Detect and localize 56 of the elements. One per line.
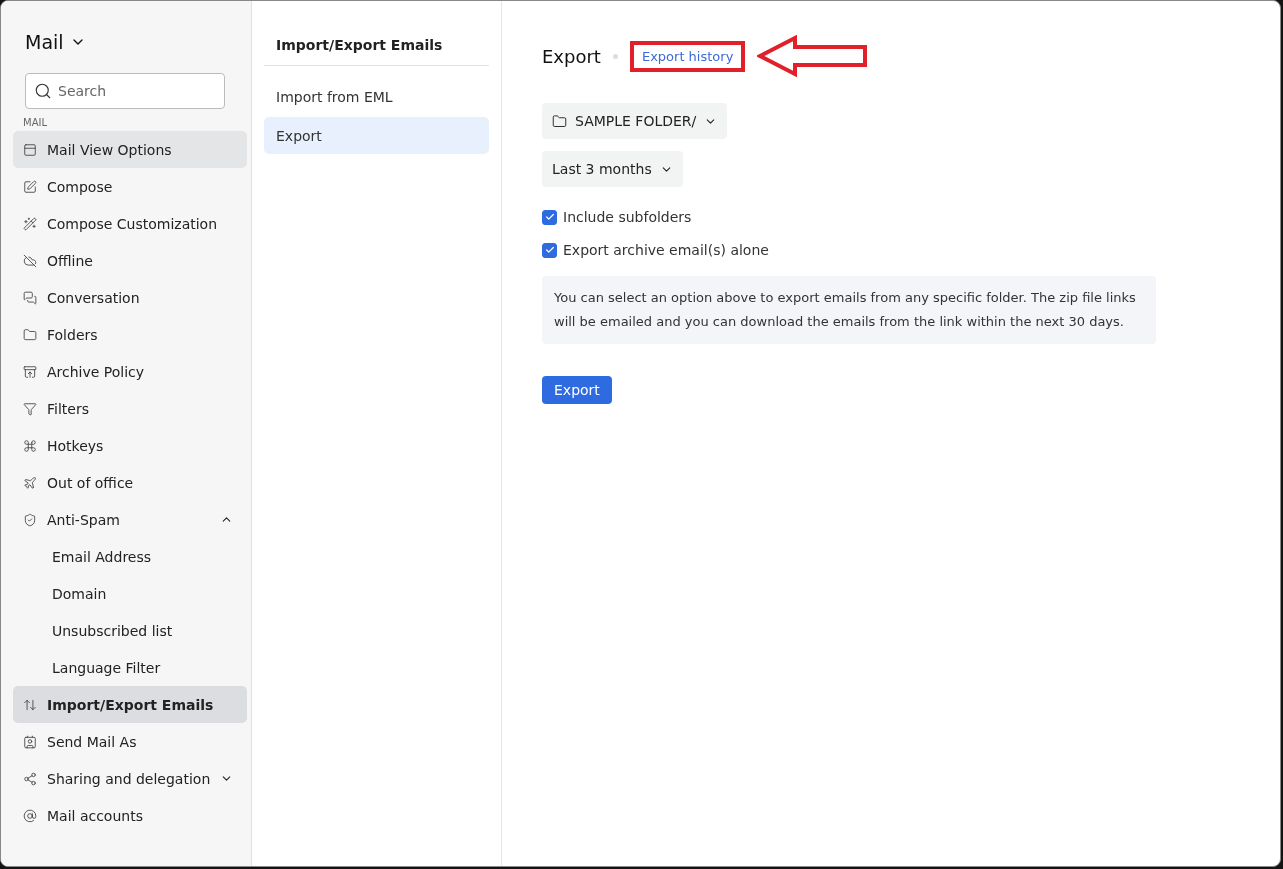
- menu-item-icon: [23, 697, 37, 712]
- menu-item-icon: [23, 734, 37, 749]
- menu-item-icon: [23, 512, 37, 527]
- sidebar-item[interactable]: Sharing and delegation: [13, 760, 248, 797]
- sidebar-subitem[interactable]: Unsubscribed list: [13, 612, 248, 649]
- separator-dot: [612, 53, 618, 59]
- sidebar-subitem[interactable]: Email Address: [13, 538, 248, 575]
- export-button[interactable]: Export: [542, 376, 612, 404]
- folder-dropdown[interactable]: SAMPLE FOLDER/: [542, 103, 728, 139]
- checkbox-label: Export archive email(s) alone: [563, 242, 769, 258]
- checkmark-icon: [544, 245, 555, 255]
- subnav-item[interactable]: Import from EML: [264, 78, 489, 115]
- menu-item-icon: [23, 142, 37, 157]
- sidebar-item[interactable]: Conversation: [13, 279, 248, 316]
- search-field[interactable]: Search: [25, 73, 225, 109]
- sidebar-item[interactable]: Compose Customization: [13, 205, 248, 242]
- menu-item-icon: [23, 290, 37, 305]
- sidebar-subitem[interactable]: Domain: [13, 575, 248, 612]
- menu-item-icon: [23, 401, 37, 416]
- checkbox[interactable]: [542, 242, 557, 258]
- menu-item-icon: [23, 438, 37, 453]
- sidebar-item[interactable]: Compose: [13, 168, 248, 205]
- period-dropdown[interactable]: Last 3 months: [542, 151, 683, 187]
- menu-item-icon: [23, 771, 37, 786]
- sidebar-item[interactable]: Filters: [13, 390, 248, 427]
- menu-item-icon: [23, 253, 37, 268]
- sidebar-item[interactable]: Anti-Spam: [13, 501, 248, 538]
- sidebar-item[interactable]: Offline: [13, 242, 248, 279]
- menu-item-icon: [23, 327, 37, 342]
- sidebar-item[interactable]: Folders: [13, 316, 248, 353]
- menu-item-icon: [23, 475, 37, 490]
- menu-item-icon: [23, 808, 37, 823]
- sidebar-item[interactable]: Mail View Options: [13, 131, 248, 168]
- info-note: You can select an option above to export emails from any specific folder. The zip file links will be emailed and you can download the emails from the link within the next 30 days.: [542, 276, 1156, 344]
- app-title: Mail: [25, 31, 64, 53]
- export-history-link[interactable]: Export history: [629, 40, 746, 72]
- checkbox-label: Include subfolders: [563, 209, 692, 225]
- sidebar-item[interactable]: Import/Export Emails: [13, 686, 248, 723]
- page-title: Export: [542, 45, 601, 67]
- sidebar-item[interactable]: Mail accounts: [13, 797, 248, 834]
- menu-item-icon: [23, 364, 37, 379]
- sidebar-item[interactable]: Hotkeys: [13, 427, 248, 464]
- menu-item-icon: [23, 216, 37, 231]
- folder-icon: [552, 113, 567, 129]
- menu-item-icon: [23, 179, 37, 194]
- checkbox[interactable]: [542, 209, 557, 225]
- subnav-item[interactable]: Export: [264, 117, 489, 154]
- search-icon: [34, 82, 52, 100]
- sidebar-subitem[interactable]: Language Filter: [13, 649, 248, 686]
- checkmark-icon: [544, 212, 555, 222]
- app-switcher[interactable]: Mail: [1, 1, 251, 53]
- sidebar-item[interactable]: Archive Policy: [13, 353, 248, 390]
- section-heading: MAIL: [22, 116, 48, 130]
- sidebar-item[interactable]: Send Mail As: [13, 723, 248, 760]
- panel-title: Import/Export Emails: [264, 37, 489, 66]
- sidebar-item[interactable]: Out of office: [13, 464, 248, 501]
